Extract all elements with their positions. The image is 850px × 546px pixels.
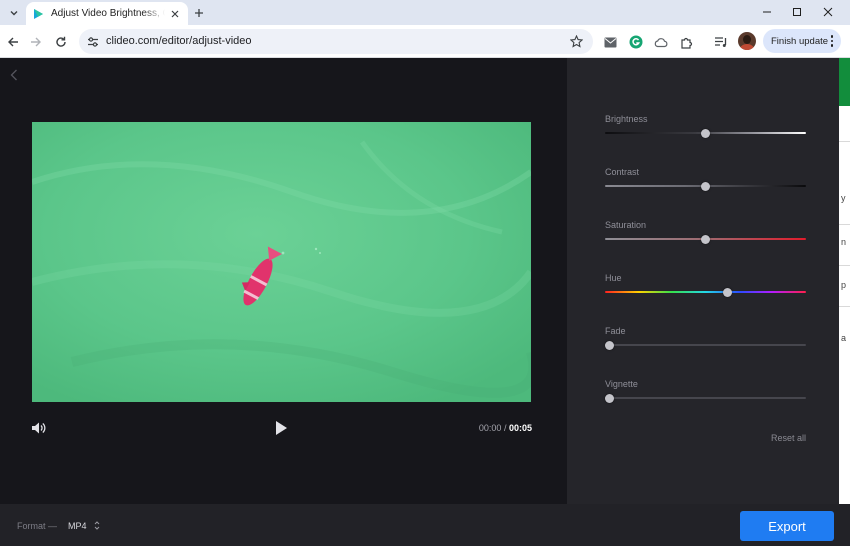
tab-search-button[interactable] — [5, 4, 23, 21]
edge-green-band — [839, 58, 850, 106]
hue-slider[interactable] — [605, 291, 806, 293]
extensions-button[interactable] — [676, 32, 696, 52]
format-select-caret-icon[interactable] — [93, 519, 101, 532]
background-window-edge: y n p a — [839, 58, 850, 504]
minimize-button[interactable] — [752, 2, 782, 22]
format-label: Format — — [17, 521, 58, 531]
brightness-slider-handle[interactable] — [701, 129, 710, 138]
fade-slider[interactable] — [605, 344, 806, 346]
edge-divider — [839, 224, 850, 225]
edge-text: n — [841, 237, 847, 247]
reload-button[interactable] — [51, 32, 71, 52]
edge-text: a — [841, 333, 847, 343]
edge-text: y — [841, 193, 846, 203]
reload-icon — [56, 36, 66, 47]
time-separator: / — [503, 423, 507, 433]
address-bar[interactable]: clideo.com/editor/adjust-video — [79, 29, 593, 54]
edge-divider — [839, 265, 850, 266]
browser-toolbar: clideo.com/editor/adjust-video Finish up… — [0, 25, 850, 58]
edge-divider — [839, 141, 850, 142]
saturation-label: Saturation — [605, 220, 647, 230]
plus-icon — [194, 8, 203, 17]
close-icon — [823, 7, 833, 17]
contrast-control: Contrast — [605, 167, 806, 191]
more-vertical-icon — [830, 35, 834, 47]
cloud-icon — [654, 37, 668, 47]
bookmark-star-icon[interactable] — [569, 34, 583, 48]
window-close-button[interactable] — [813, 2, 843, 22]
browser-tab-active[interactable]: Adjust Video Brightness, Contrast — [26, 2, 188, 25]
video-frame — [32, 122, 531, 402]
clideo-editor-page: 00:00 / 00:05 Brightness Contrast Satura… — [0, 58, 850, 546]
adjustments-panel: Brightness Contrast Saturation Hue Fade … — [567, 58, 839, 504]
gmail-extension-button[interactable] — [600, 32, 620, 52]
maximize-icon — [793, 8, 801, 16]
reading-list-button[interactable] — [711, 32, 731, 52]
clideo-favicon-icon — [34, 8, 43, 19]
browser-tab-strip: Adjust Video Brightness, Contrast — [0, 0, 850, 25]
playback-time: 00:00 / 00:05 — [479, 423, 532, 433]
vignette-control: Vignette — [605, 379, 806, 403]
export-footer: Format — MP4 Export — [0, 504, 850, 546]
export-button[interactable]: Export — [740, 511, 834, 541]
tab-close-button[interactable] — [168, 7, 182, 21]
minimize-icon — [763, 11, 771, 13]
brightness-label: Brightness — [605, 114, 648, 124]
forward-button[interactable] — [26, 32, 46, 52]
fade-control: Fade — [605, 326, 806, 350]
volume-button[interactable] — [30, 420, 46, 436]
vignette-slider[interactable] — [605, 397, 806, 399]
hue-label: Hue — [605, 273, 622, 283]
current-time: 00:00 — [478, 423, 502, 433]
player-controls: 00:00 / 00:05 — [0, 414, 567, 442]
fade-label: Fade — [605, 326, 626, 336]
hue-control: Hue — [605, 273, 806, 297]
saturation-control: Saturation — [605, 220, 806, 244]
back-nav-button[interactable] — [7, 68, 21, 82]
close-icon — [171, 10, 179, 17]
hue-slider-handle[interactable] — [723, 288, 733, 297]
tab-title: Adjust Video Brightness, Contrast — [51, 8, 165, 19]
edge-divider — [839, 306, 850, 307]
chevron-left-icon — [10, 69, 17, 81]
arrow-left-icon — [8, 37, 18, 47]
puzzle-icon — [680, 37, 692, 49]
play-icon — [275, 421, 287, 435]
format-select[interactable]: MP4 — [68, 521, 87, 531]
mail-icon — [604, 37, 616, 47]
video-preview[interactable] — [32, 122, 531, 402]
chevron-down-icon — [10, 10, 18, 15]
finish-update-label: Finish update — [771, 35, 829, 47]
grammarly-icon — [629, 35, 643, 49]
profile-avatar[interactable] — [738, 32, 756, 50]
play-button[interactable] — [273, 419, 289, 437]
site-settings-icon[interactable] — [86, 35, 99, 48]
url-text: clideo.com/editor/adjust-video — [106, 35, 252, 47]
fade-slider-handle[interactable] — [605, 341, 614, 350]
queue-music-icon — [715, 37, 727, 47]
vignette-slider-handle[interactable] — [605, 394, 614, 403]
new-tab-button[interactable] — [190, 4, 207, 21]
duration: 00:05 — [508, 423, 532, 433]
maximize-button[interactable] — [782, 2, 812, 22]
arrow-right-icon — [31, 37, 41, 47]
saturation-slider-handle[interactable] — [701, 235, 710, 244]
edge-text: p — [841, 280, 847, 290]
finish-update-button[interactable]: Finish update — [763, 29, 841, 53]
video-editor-area: 00:00 / 00:05 — [0, 58, 567, 504]
reset-all-button[interactable]: Reset all — [771, 433, 806, 443]
contrast-slider-handle[interactable] — [701, 182, 710, 191]
cloud-extension-button[interactable] — [651, 32, 671, 52]
vignette-label: Vignette — [605, 379, 638, 389]
volume-icon — [31, 422, 45, 434]
brightness-control: Brightness — [605, 114, 806, 138]
back-button[interactable] — [3, 32, 23, 52]
grammarly-extension-button[interactable] — [626, 32, 646, 52]
contrast-label: Contrast — [605, 167, 640, 177]
